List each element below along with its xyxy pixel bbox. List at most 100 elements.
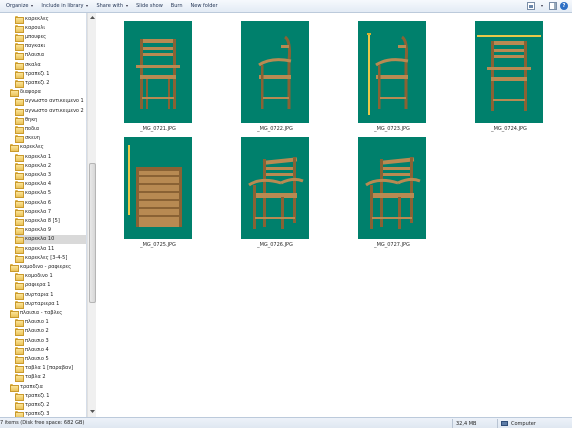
nav-folder-label: πλαισια - ταβλες [20, 309, 63, 316]
folder-icon [15, 162, 24, 171]
folder-icon [15, 365, 24, 374]
nav-folder-item[interactable]: σκαλα [15, 60, 41, 70]
nav-folder-item[interactable]: σκευη [15, 134, 40, 144]
nav-folder-item[interactable]: πλαισιο 5 [15, 354, 49, 364]
nav-folder-item[interactable]: καρεκλες [3-4-5] [15, 253, 67, 263]
nav-folder-item[interactable]: τραπεζι 1 [15, 391, 49, 401]
nav-scroll-thumb[interactable] [89, 163, 96, 303]
organize-button[interactable]: Organize [2, 1, 37, 11]
nav-folder-item[interactable]: καρεκλα 10 [15, 234, 86, 245]
scroll-up-arrow-icon[interactable] [89, 14, 96, 21]
nav-folder-label: ταβλα 2 [25, 374, 46, 381]
nav-scrollbar[interactable] [87, 13, 96, 417]
nav-folder-item[interactable]: τραπεζια [10, 382, 43, 392]
nav-folder-item[interactable]: καρεκλα 6 [15, 198, 51, 208]
folder-icon [15, 153, 24, 162]
nav-folder-label: τραπεζι 2 [25, 79, 50, 86]
computer-icon [501, 421, 508, 426]
file-name-label[interactable]: _MG_0726.JPG [235, 242, 315, 248]
scroll-down-arrow-icon[interactable] [89, 408, 96, 415]
nav-folder-label: μπουφες [25, 33, 47, 40]
nav-folder-item[interactable]: ραφιερα 1 [15, 281, 50, 291]
file-thumbnail[interactable] [358, 21, 426, 123]
nav-folder-item[interactable]: μπουφες [15, 32, 47, 42]
nav-folder-item[interactable]: καμοδινο - ραφιερες [10, 262, 71, 272]
nav-folder-label: σκευη [25, 135, 40, 142]
include-in-library-button[interactable]: Include in library [37, 1, 92, 11]
file-thumbnail[interactable] [124, 21, 192, 123]
nav-folder-item[interactable]: συρταρια 1 [15, 290, 53, 300]
file-name-label[interactable]: _MG_0723.JPG [352, 126, 432, 132]
nav-folder-item[interactable]: τραπεζι 3 [15, 410, 49, 417]
folder-icon [15, 125, 24, 134]
folder-icon [15, 52, 24, 61]
folder-icon [10, 383, 19, 392]
nav-folder-item[interactable]: πλαισια [15, 51, 44, 61]
file-name-label[interactable]: _MG_0721.JPG [118, 126, 198, 132]
folder-icon [15, 171, 24, 180]
nav-folder-label: καρεκλα 10 [25, 236, 55, 243]
nav-folder-item[interactable]: καρεκλα 9 [15, 226, 51, 236]
file-thumbnail[interactable] [358, 137, 426, 239]
nav-folder-item[interactable]: καρεκλα 11 [15, 244, 54, 254]
folder-icon [15, 190, 24, 199]
nav-folder-item[interactable]: ποδια [15, 124, 39, 134]
nav-folder-item[interactable]: καρεκλα 2 [15, 161, 51, 171]
nav-folder-item[interactable]: καρεκλες [10, 143, 44, 153]
nav-folder-item[interactable]: τραπεζι 2 [15, 400, 49, 410]
file-name-label[interactable]: _MG_0724.JPG [469, 126, 549, 132]
include-in-library-label: Include in library [41, 3, 84, 9]
nav-folder-label: καρουλι [25, 24, 46, 31]
nav-folder-item[interactable]: καρεκλα 1 [15, 152, 51, 162]
nav-folder-item[interactable]: πλαισιο 1 [15, 318, 49, 328]
burn-button[interactable]: Burn [167, 1, 187, 11]
nav-folder-label: πλαισιο 1 [25, 319, 49, 326]
nav-folder-item[interactable]: ταβλα 2 [15, 373, 46, 383]
nav-folder-item[interactable]: διαφορα [10, 88, 41, 98]
file-thumbnail[interactable] [241, 137, 309, 239]
new-folder-button[interactable]: New folder [187, 1, 222, 11]
nav-folder-item[interactable]: τραπεζι 1 [15, 69, 49, 79]
help-icon[interactable]: ? [560, 2, 568, 10]
file-name-label[interactable]: _MG_0722.JPG [235, 126, 315, 132]
file-name-label[interactable]: _MG_0725.JPG [118, 242, 198, 248]
status-size: 32,4 MB [452, 419, 476, 428]
nav-folder-item[interactable]: καρεκλες [15, 14, 49, 24]
nav-folder-item[interactable]: θηκη [15, 115, 37, 125]
folder-icon [15, 291, 24, 300]
nav-folder-item[interactable]: καρεκλα 4 [15, 180, 51, 190]
file-name-label[interactable]: _MG_0727.JPG [352, 242, 432, 248]
nav-folder-item[interactable]: καρεκλα 7 [15, 207, 51, 217]
nav-folder-item[interactable]: παγκακι [15, 42, 45, 52]
status-location: Computer [497, 419, 536, 428]
nav-folder-item[interactable]: πλαισιο 4 [15, 345, 49, 355]
view-options-chevron-icon[interactable] [538, 2, 546, 10]
nav-folder-item[interactable]: καρεκλα 5 [15, 189, 51, 199]
nav-folder-item[interactable]: συρταριερα 1 [15, 299, 59, 309]
nav-folder-item[interactable]: πλαισιο 2 [15, 327, 49, 337]
nav-folder-item[interactable]: κομοδινο 1 [15, 272, 53, 282]
preview-pane-icon[interactable] [549, 2, 557, 10]
nav-folder-item[interactable]: αγνωστο αντικειμενο 2 [15, 106, 84, 116]
change-view-icon[interactable] [527, 2, 535, 10]
nav-folder-item[interactable]: πλαισια - ταβλες [10, 308, 63, 318]
nav-folder-item[interactable]: καρουλι [15, 23, 46, 33]
nav-folder-item[interactable]: τραπεζι 2 [15, 78, 50, 88]
slide-show-button[interactable]: Slide show [132, 1, 167, 11]
nav-folder-item[interactable]: αγνωστο αντικειμενο 1 [15, 97, 84, 107]
nav-folder-label: αγνωστο αντικειμενο 2 [25, 107, 84, 114]
folder-icon [10, 144, 19, 153]
file-thumbnail[interactable] [124, 137, 192, 239]
share-with-button[interactable]: Share with [92, 1, 132, 11]
file-thumbnail[interactable] [241, 21, 309, 123]
file-thumbnail[interactable] [475, 21, 543, 123]
folder-icon [15, 346, 24, 355]
nav-folder-item[interactable]: πλαισιο 3 [15, 336, 49, 346]
nav-folder-item[interactable]: καρεκλα 8 [5] [15, 216, 60, 226]
folder-icon [15, 43, 24, 52]
nav-folder-item[interactable]: καρεκλα 3 [15, 170, 51, 180]
organize-label: Organize [6, 3, 29, 9]
nav-folder-label: τραπεζια [20, 383, 43, 390]
nav-folder-item[interactable]: ταβλα 1 [παραβαν] [15, 364, 73, 374]
folder-icon [15, 319, 24, 328]
